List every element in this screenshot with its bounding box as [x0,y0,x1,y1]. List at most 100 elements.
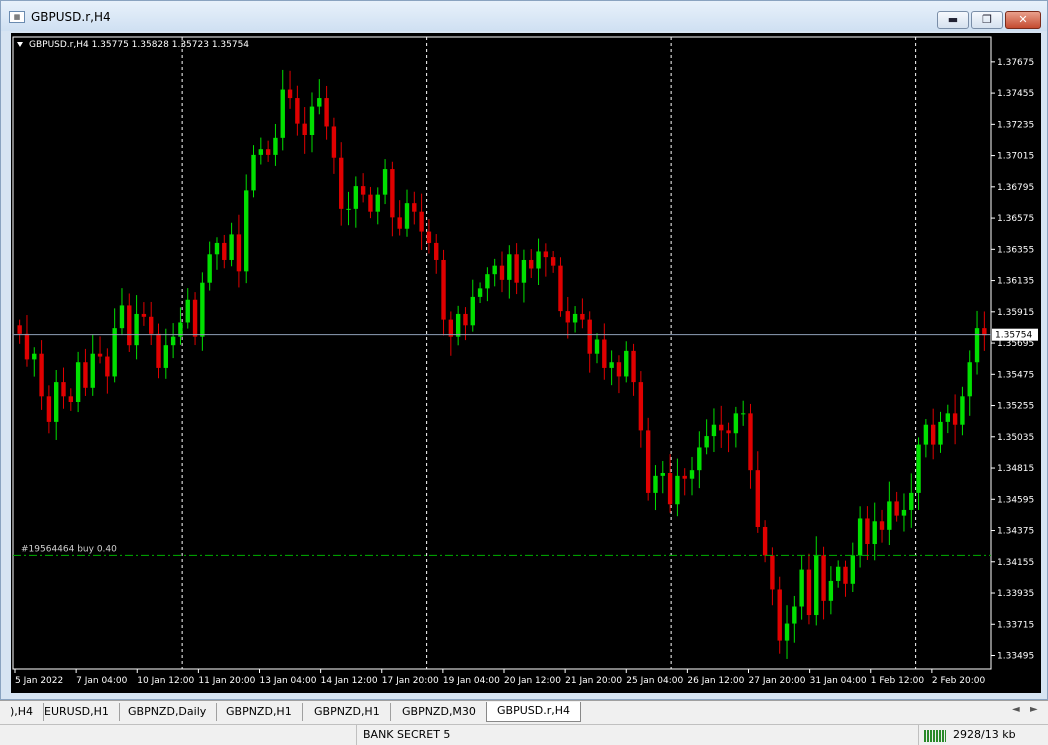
candle-body [843,566,848,584]
candle-body [251,154,256,191]
candle-body [112,328,117,377]
candle-body [550,257,556,266]
candle-body [455,313,461,337]
time-tick-label: 13 Jan 04:00 [260,676,317,686]
candle-body [324,98,329,127]
price-tick-label: 1.33495 [997,652,1034,662]
candle-body [448,319,454,337]
tab-scroll-right-icon[interactable]: ► [1030,704,1038,715]
candle-body [755,470,760,527]
candle-body [967,362,972,397]
candle-body [485,274,490,289]
minimize-button[interactable]: ▬ [937,11,969,29]
price-tick-label: 1.36355 [997,245,1034,255]
candle-body [463,313,468,326]
candle-body [346,208,351,210]
time-tick-label: 1 Feb 12:00 [871,676,925,686]
candle-body [265,149,271,155]
candle-body [156,333,161,368]
candle-body [331,126,337,158]
candle-body [821,555,826,601]
price-tick-label: 1.37235 [997,120,1034,130]
candle-body [609,362,614,368]
vertical-gridlines [181,37,917,669]
candle-body [711,424,717,437]
candle-body [309,106,315,135]
price-tick-label: 1.36575 [997,214,1034,224]
tab-gbpnzd-h1-2[interactable]: GBPNZD,H1 [304,703,391,721]
candle-body [229,234,234,260]
candle-body [390,169,395,218]
candle-body [784,623,790,641]
candle-body [901,509,907,516]
candle-body [499,265,505,280]
candle-body [536,251,541,269]
candle-body [90,353,95,388]
candle-body [529,259,534,269]
candle-body [68,396,74,402]
candle-body [244,190,249,272]
title-bar[interactable]: ▦ GBPUSD.r,H4 ▬ ❐ ✕ [1,1,1047,31]
maximize-button[interactable]: ❐ [971,11,1003,29]
candle-body [75,362,81,402]
candle-body [653,475,658,493]
candle-body [638,382,644,431]
candle-body [507,254,512,280]
candle-body [792,606,797,624]
tab-gbpnzd-m30[interactable]: GBPNZD,M30 [392,703,487,721]
candle-body [777,589,782,641]
chart-window: ▦ GBPUSD.r,H4 ▬ ❐ ✕ #19564464 buy 0.40 1… [0,0,1048,700]
connection-bars-icon [924,730,946,742]
candle-body [353,186,359,209]
price-chart[interactable]: #19564464 buy 0.40 1.37675 1.37455 1.37235… [11,33,1041,693]
candle-body [163,345,169,368]
time-tick-label: 25 Jan 04:00 [626,676,683,686]
candle-body [32,353,37,360]
tab-scroll-left-icon[interactable]: ◄ [1012,704,1020,715]
chart-menu-arrow-icon[interactable] [17,42,23,47]
candle-body [697,447,702,471]
candle-body [675,475,680,505]
candle-body [616,362,622,377]
candle-body [974,328,980,363]
candle-body [762,526,768,556]
candle-body [404,203,410,229]
candle-body [375,194,380,212]
candle-body [105,356,110,377]
candle-body [631,350,636,383]
close-button[interactable]: ✕ [1005,11,1041,29]
price-tick-label: 1.37675 [997,58,1034,68]
candle-body [667,473,673,505]
tab-eurusd-h1[interactable]: EURUSD,H1 [34,703,120,721]
candle-body [521,259,527,283]
time-tick-label: 20 Jan 12:00 [504,676,561,686]
candle-body [185,299,190,323]
candle-body [514,254,519,283]
candle-body [587,319,592,354]
candle-body [719,424,724,431]
price-tick-label: 1.35915 [997,308,1034,318]
tab-gbpnzd-h1[interactable]: GBPNZD,H1 [216,703,303,721]
candle-body [492,265,497,275]
candle-body [602,339,607,368]
candle-body [134,313,139,346]
candle-body [317,98,322,107]
tab-gbpnzd-daily[interactable]: GBPNZD,Daily [118,703,218,721]
candle-body [97,353,103,357]
candle-body [149,316,154,334]
chart-canvas[interactable]: #19564464 buy 0.40 1.37675 1.37455 1.37235… [11,33,1041,693]
tab-gbpusd-h4[interactable]: GBPUSD.r,H4 [486,702,581,722]
candle-body [397,217,402,229]
price-tick-label: 1.35255 [997,402,1034,412]
candle-body [835,566,841,581]
candle-body [565,311,570,323]
price-tick-label: 1.37455 [997,89,1034,99]
time-tick-label: 27 Jan 20:00 [749,676,806,686]
order-label: #19564464 buy 0.40 [21,544,117,554]
price-tick-label: 1.36795 [997,183,1034,193]
candle-body [872,521,877,545]
candle-body [477,288,483,297]
candle-body [543,251,549,258]
candle-body [419,211,424,232]
candle-body [806,569,812,616]
